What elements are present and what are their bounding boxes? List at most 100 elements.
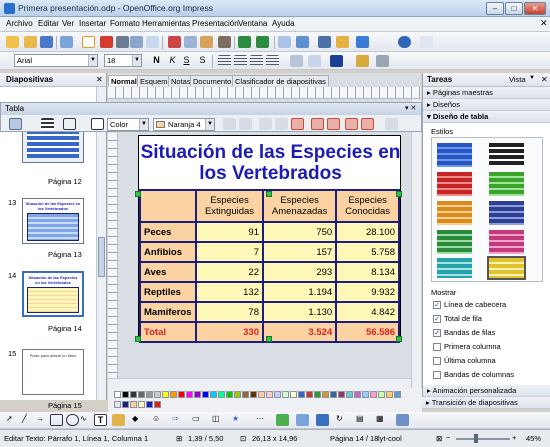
row-label[interactable]: Mamíferos — [139, 301, 197, 323]
color-swatch[interactable] — [234, 391, 241, 398]
view-menu[interactable]: Vista — [509, 75, 526, 84]
row-label[interactable]: Reptiles — [139, 281, 197, 303]
color-swatch[interactable] — [362, 391, 369, 398]
increase-spacing-icon[interactable] — [308, 55, 321, 67]
spellcheck-icon[interactable] — [130, 36, 143, 48]
select-arrow-icon[interactable]: ➚ — [6, 414, 19, 426]
paste-icon[interactable] — [200, 36, 213, 48]
color-swatch[interactable] — [138, 401, 145, 408]
underline-icon[interactable]: S — [180, 55, 193, 67]
table-style-swatch[interactable] — [489, 143, 524, 167]
menu-editar[interactable]: Editar — [38, 19, 59, 28]
color-swatch[interactable] — [298, 391, 305, 398]
font-name-combo[interactable]: Arial ▼ — [14, 54, 98, 67]
table-style-swatch[interactable] — [437, 201, 472, 225]
slide-thumbnail-14[interactable]: Situación de las Especies en los Vertebr… — [22, 271, 84, 317]
option-header-row[interactable]: ✓ Línea de cabecera — [433, 300, 506, 310]
row-label[interactable]: Anfibios — [139, 241, 197, 263]
navigator-icon[interactable] — [318, 36, 331, 48]
chart-icon[interactable] — [278, 36, 291, 48]
arrange-icon[interactable]: ▦ — [376, 414, 389, 426]
cut-icon[interactable] — [168, 36, 181, 48]
border-color-icon[interactable] — [91, 118, 104, 130]
redo-icon[interactable] — [256, 36, 269, 48]
bold-icon[interactable]: N — [150, 55, 163, 67]
cell-conocidas[interactable]: 28.100 — [335, 221, 400, 243]
insert-table-icon[interactable] — [296, 36, 309, 48]
chevron-down-icon[interactable]: ▼ — [529, 75, 535, 81]
table-style-swatch-selected[interactable] — [487, 256, 526, 280]
insert-row-icon[interactable] — [311, 118, 324, 130]
selection-handle[interactable] — [135, 191, 141, 197]
section-slide-transition[interactable]: ▸ Transición de diapositivas — [422, 397, 550, 409]
color-swatch[interactable] — [154, 401, 161, 408]
row-label[interactable]: Peces — [139, 221, 197, 243]
checkbox-unchecked[interactable] — [433, 343, 441, 352]
area-fill-combo[interactable]: Naranja 4 ▼ — [153, 118, 215, 131]
shadow-icon[interactable]: S — [196, 55, 209, 67]
menu-formato[interactable]: Formato — [110, 19, 140, 28]
slide-title[interactable]: Situación de las Especies en los Vertebr… — [139, 142, 402, 184]
table-style-swatch[interactable] — [437, 143, 472, 167]
header-cell-empty[interactable] — [139, 189, 197, 223]
table-style-swatch[interactable] — [437, 172, 472, 196]
color-swatch[interactable] — [290, 391, 297, 398]
color-swatch[interactable] — [250, 391, 257, 398]
chevron-down-icon[interactable]: ▼ — [205, 119, 214, 130]
maximize-button[interactable]: □ — [505, 2, 523, 15]
export-pdf-icon[interactable] — [100, 36, 113, 48]
rotate-icon[interactable]: ↻ — [336, 414, 349, 426]
color-swatch[interactable] — [138, 391, 145, 398]
menu-herramientas[interactable]: Herramientas — [142, 19, 190, 28]
color-swatch[interactable] — [114, 391, 121, 398]
font-size-combo[interactable]: 18 ▼ — [104, 54, 142, 67]
ellipse-icon[interactable] — [66, 414, 79, 426]
paragraph-icon[interactable] — [376, 55, 389, 67]
stars-icon[interactable]: ★ — [232, 414, 245, 426]
color-swatch[interactable] — [330, 391, 337, 398]
color-swatch[interactable] — [130, 391, 137, 398]
menu-insertar[interactable]: Insertar — [79, 19, 106, 28]
menu-ventana[interactable]: Ventana — [238, 19, 267, 28]
section-table-design[interactable]: ▾ Diseño de tabla — [423, 111, 550, 123]
color-swatch[interactable] — [170, 391, 177, 398]
color-swatch[interactable] — [178, 391, 185, 398]
email-icon[interactable] — [60, 36, 73, 48]
table-style-swatch[interactable] — [437, 258, 472, 278]
menu-presentacion[interactable]: Presentación — [192, 19, 239, 28]
tab-clasificador[interactable]: Clasificador de diapositivas — [232, 75, 329, 86]
minimize-button[interactable]: – — [486, 2, 504, 15]
option-total-row[interactable]: ✓ Total de fila — [433, 314, 482, 324]
zoom-out-icon[interactable]: − — [446, 433, 450, 442]
color-swatch[interactable] — [354, 391, 361, 398]
option-first-column[interactable]: Primera columna — [433, 342, 501, 352]
align-left-icon[interactable] — [218, 55, 231, 67]
basic-shapes-icon[interactable]: ◆ — [132, 414, 145, 426]
color-swatch[interactable] — [306, 391, 313, 398]
total-extinguidas[interactable]: 330 — [195, 321, 264, 343]
checkbox-unchecked[interactable] — [433, 371, 441, 380]
table-style-swatch[interactable] — [489, 172, 524, 196]
align-bottom-icon[interactable] — [291, 118, 304, 130]
checkbox-unchecked[interactable] — [433, 357, 441, 366]
color-swatch[interactable] — [258, 391, 265, 398]
color-swatch[interactable] — [146, 401, 153, 408]
block-arrows-icon[interactable]: ⇨ — [172, 414, 185, 426]
arrow-line-icon[interactable]: → — [36, 414, 49, 426]
slide-canvas[interactable]: Situación de las Especies en los Vertebr… — [135, 135, 402, 343]
color-swatch[interactable] — [242, 391, 249, 398]
zoom-in-icon[interactable]: + — [512, 433, 516, 442]
total-amenazadas[interactable]: 3.524 — [261, 321, 338, 343]
slides-scrollbar[interactable] — [96, 87, 106, 400]
color-swatch[interactable] — [338, 391, 345, 398]
checkbox-checked[interactable]: ✓ — [433, 301, 441, 310]
color-swatch[interactable] — [314, 391, 321, 398]
undo-icon[interactable] — [238, 36, 251, 48]
color-swatch[interactable] — [322, 391, 329, 398]
delete-row-icon[interactable] — [345, 118, 358, 130]
header-cell[interactable]: Especies Amenazadas — [261, 189, 338, 223]
cell-conocidas[interactable]: 5.758 — [335, 241, 400, 263]
cell-conocidas[interactable]: 4.842 — [335, 301, 400, 323]
color-swatch[interactable] — [130, 401, 137, 408]
menu-ayuda[interactable]: Ayuda — [272, 19, 295, 28]
